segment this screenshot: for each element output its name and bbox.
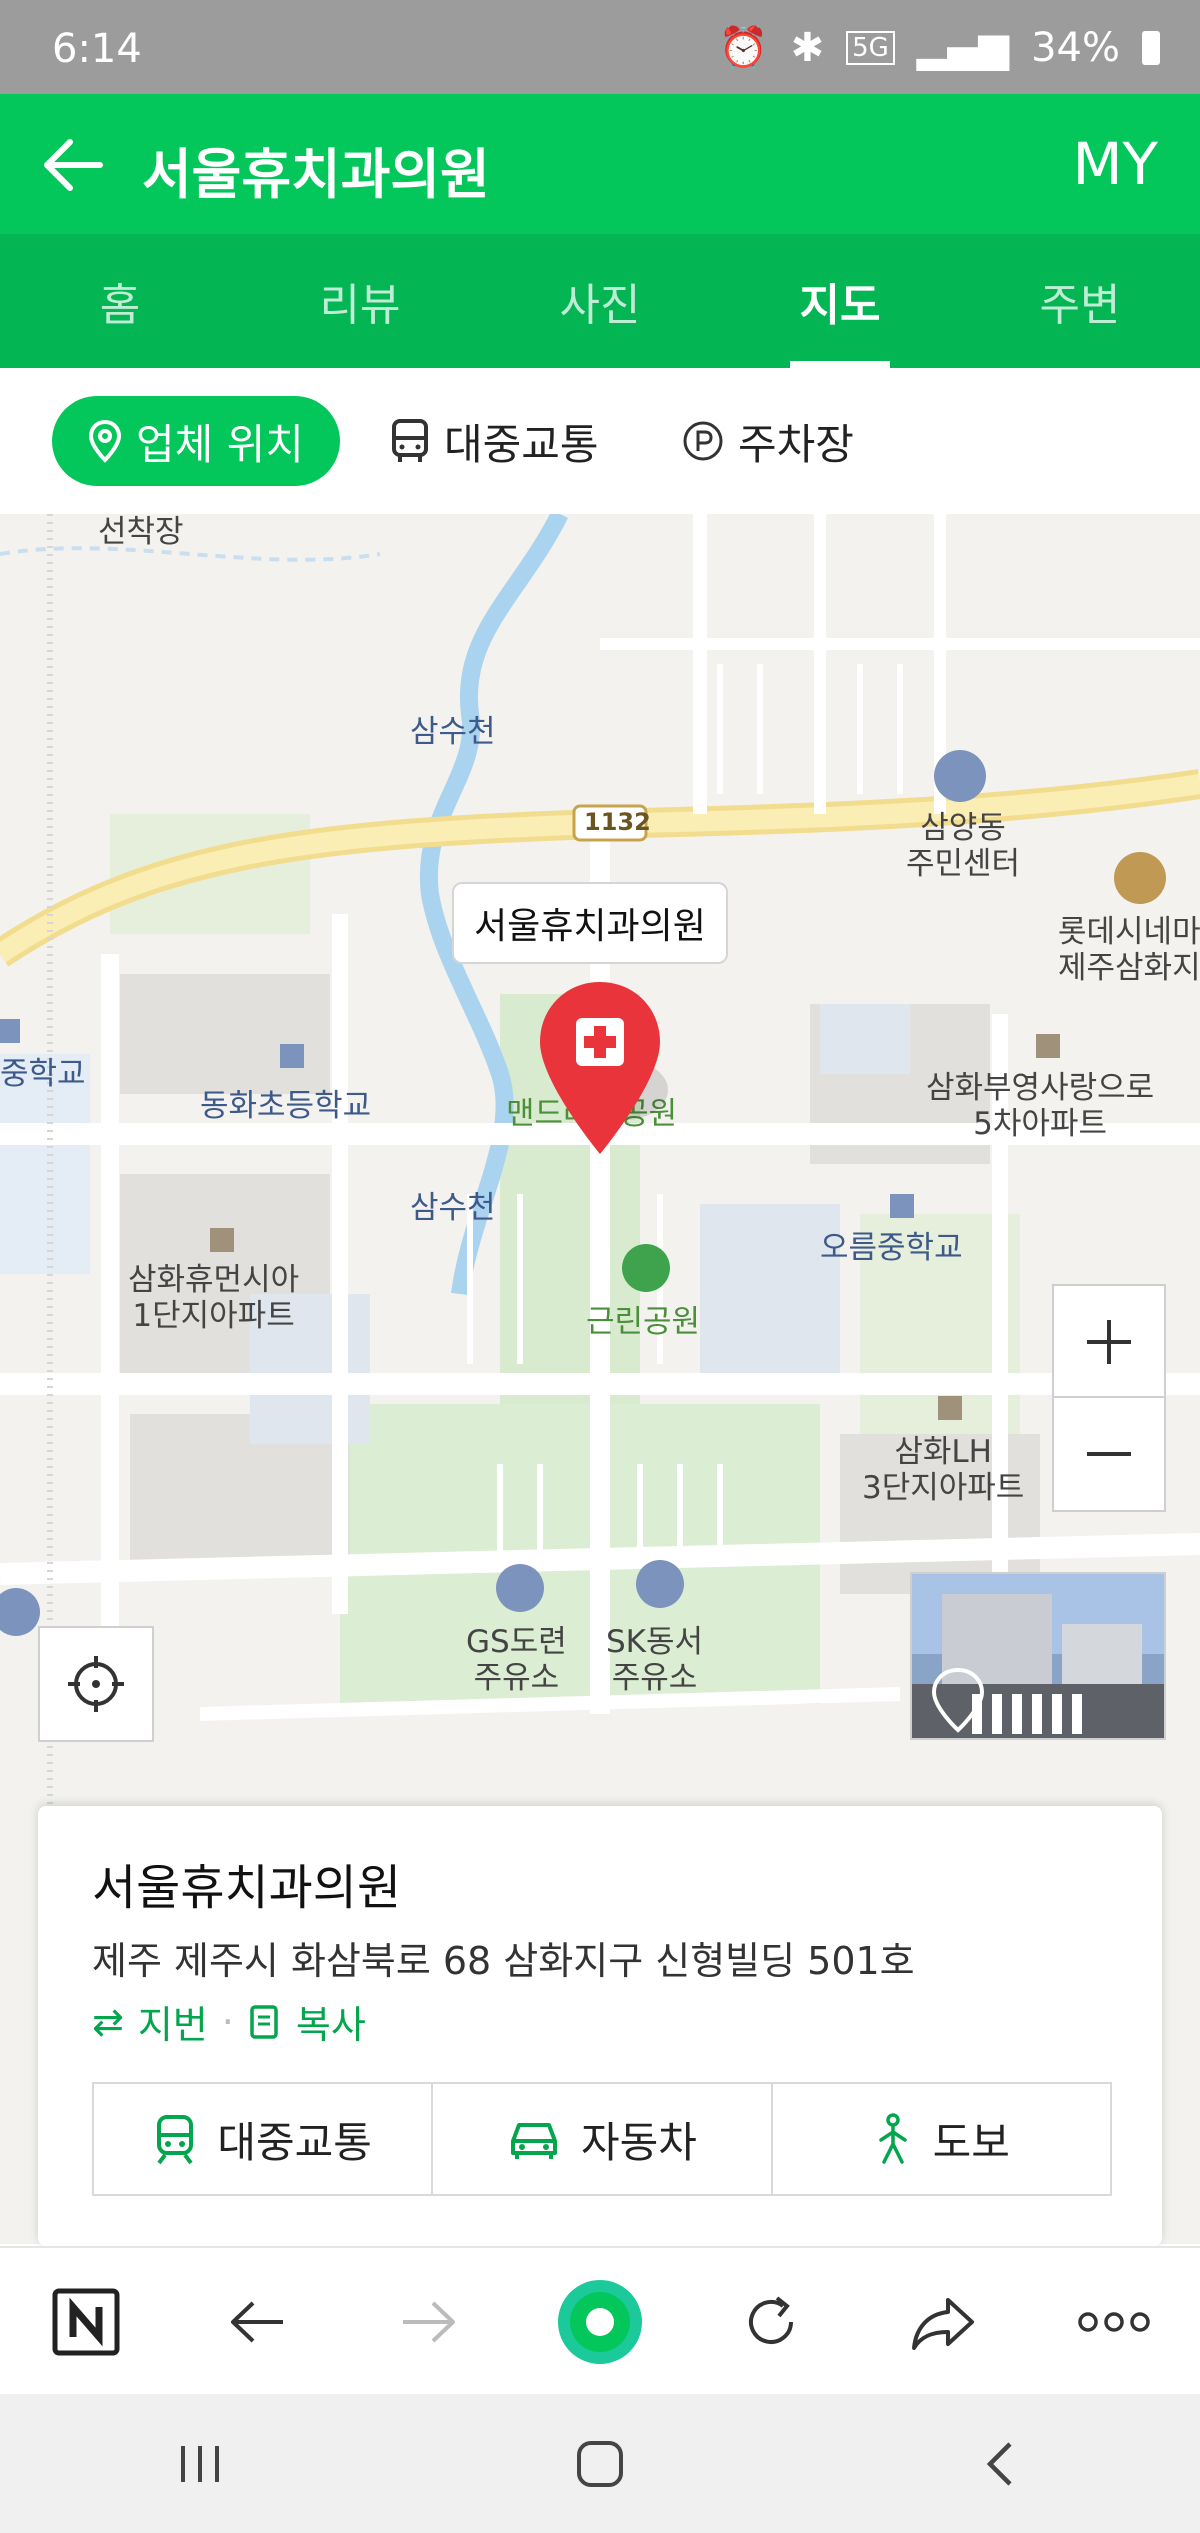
dot-separator: · xyxy=(221,1999,234,2044)
map-label-middle-school-left: 중학교 xyxy=(0,1056,86,1092)
tab-home[interactable]: 홈 xyxy=(0,234,240,368)
recent-apps-icon xyxy=(181,2445,219,2482)
hospital-marker-icon[interactable] xyxy=(532,978,672,1158)
map-label-samhwa-apt5: 삼화부영사랑으로 5차아파트 xyxy=(926,1070,1155,1142)
signal-icon: ▂▄▆ xyxy=(916,24,1010,71)
map-label-lh3-apt: 삼화LH 3단지아파트 xyxy=(862,1434,1025,1506)
status-bar: 6:14 ⏰ ✱ 5G ▂▄▆ 34% xyxy=(0,0,1200,94)
location-pin-icon xyxy=(88,419,122,463)
more-dots-icon xyxy=(1078,2312,1150,2332)
road-number-label: 1132 xyxy=(584,808,651,836)
bus-icon xyxy=(392,419,428,462)
location-chip-label: 업체 위치 xyxy=(136,419,304,469)
map-label-pier: 선착장 xyxy=(98,514,184,550)
browser-forward-button[interactable] xyxy=(379,2272,479,2372)
system-nav-bar xyxy=(0,2394,1200,2533)
refresh-button[interactable] xyxy=(721,2272,821,2372)
transit-chip[interactable]: 대중교통 xyxy=(390,396,599,486)
arrow-right-icon xyxy=(402,2301,455,2343)
recent-apps-button[interactable] xyxy=(140,2414,260,2514)
copy-icon xyxy=(250,2004,278,2039)
map-label-humansia-apt: 삼화휴먼시아 1단지아파트 xyxy=(128,1262,300,1334)
battery-label: 34% xyxy=(1031,24,1120,71)
place-name: 서울휴치과의원 xyxy=(92,1860,402,1916)
street-view-thumbnail[interactable] xyxy=(910,1572,1166,1740)
parking-chip[interactable]: 주차장 xyxy=(682,396,854,486)
tab-bar: 홈 리뷰 사진 지도 주변 xyxy=(0,234,1200,368)
jibun-toggle[interactable]: 지번 xyxy=(138,1994,208,2049)
home-button[interactable] xyxy=(540,2414,660,2514)
bluetooth-icon: ✱ xyxy=(790,24,825,71)
status-icons: ⏰ ✱ 5G ▂▄▆ 34% xyxy=(719,24,1160,71)
app-header: 서울휴치과의원 MY xyxy=(0,94,1200,234)
status-time: 6:14 xyxy=(52,26,142,72)
share-arrow-icon xyxy=(911,2298,974,2350)
place-callout[interactable]: 서울휴치과의원 xyxy=(452,882,728,964)
parking-icon xyxy=(683,421,723,461)
route-walk-label: 도보 xyxy=(932,2117,1010,2167)
route-options: 대중교통 자동차 도보 xyxy=(92,2082,1112,2196)
battery-icon xyxy=(1142,30,1160,65)
map-label-sk-station: SK동서 주유소 xyxy=(606,1624,704,1696)
my-button[interactable]: MY xyxy=(1073,130,1158,198)
chevron-left-icon xyxy=(986,2441,1012,2486)
home-square-icon xyxy=(577,2440,623,2487)
map-label-neighborhood-park: 근린공원 xyxy=(586,1304,701,1340)
map-label-community-center: 삼양동 주민센터 xyxy=(906,810,1021,882)
route-transit-button[interactable]: 대중교통 xyxy=(94,2084,434,2194)
green-dot-button[interactable] xyxy=(550,2272,650,2372)
page-title: 서울휴치과의원 xyxy=(142,143,490,206)
zoom-out-button[interactable] xyxy=(1052,1396,1166,1512)
address-links: ⇄ 지번 · 복사 xyxy=(92,1994,366,2049)
browser-toolbar xyxy=(0,2246,1200,2396)
train-icon xyxy=(157,2115,194,2165)
map-label-gs-station: GS도련 주유소 xyxy=(466,1624,567,1696)
walking-icon xyxy=(878,2113,907,2164)
share-button[interactable] xyxy=(893,2272,993,2372)
browser-back-button[interactable] xyxy=(207,2272,307,2372)
tab-map[interactable]: 지도 xyxy=(720,234,960,368)
tab-photo[interactable]: 사진 xyxy=(480,234,720,368)
crosshair-icon xyxy=(68,1656,124,1712)
map-label-stream-1: 삼수천 xyxy=(410,714,496,750)
swap-icon: ⇄ xyxy=(92,1999,124,2044)
minus-icon xyxy=(1087,1452,1131,1456)
plus-icon xyxy=(1087,1320,1131,1364)
route-transit-label: 대중교통 xyxy=(217,2117,372,2167)
place-address: 제주 제주시 화삼북로 68 삼화지구 신형빌딩 501호 xyxy=(92,1939,915,1983)
arrow-left-icon xyxy=(231,2301,284,2343)
map-filter-row: 업체 위치 대중교통 주차장 xyxy=(0,368,1200,516)
network-label: 5G xyxy=(846,30,895,65)
car-icon xyxy=(511,2123,558,2159)
naver-home-button[interactable] xyxy=(36,2272,136,2372)
route-car-label: 자동차 xyxy=(581,2117,697,2167)
green-dot-icon xyxy=(557,2280,642,2364)
copy-address-button[interactable]: 복사 xyxy=(296,1994,366,2049)
parking-chip-label: 주차장 xyxy=(738,419,854,469)
naver-logo-icon xyxy=(52,2288,120,2356)
my-location-button[interactable] xyxy=(38,1626,154,1742)
map-label-stream-2: 삼수천 xyxy=(410,1190,496,1226)
street-view-image xyxy=(912,1574,1164,1738)
tab-nearby[interactable]: 주변 xyxy=(960,234,1200,368)
place-info-card: 서울휴치과의원 제주 제주시 화삼북로 68 삼화지구 신형빌딩 501호 ⇄ … xyxy=(38,1806,1162,2246)
route-walk-button[interactable]: 도보 xyxy=(773,2084,1110,2194)
place-callout-label: 서울휴치과의원 xyxy=(474,906,706,947)
more-button[interactable] xyxy=(1064,2272,1164,2372)
route-car-button[interactable]: 자동차 xyxy=(433,2084,773,2194)
back-arrow-icon[interactable] xyxy=(38,130,108,200)
transit-chip-label: 대중교통 xyxy=(444,419,599,469)
zoom-in-button[interactable] xyxy=(1052,1284,1166,1399)
map-label-elementary: 동화초등학교 xyxy=(200,1088,372,1124)
map-label-cinema: 롯데시네마 제주삼화지 xyxy=(1058,914,1200,986)
map-label-oreum-school: 오름중학교 xyxy=(820,1230,963,1266)
refresh-icon xyxy=(749,2296,794,2344)
tab-review[interactable]: 리뷰 xyxy=(240,234,480,368)
alarm-icon: ⏰ xyxy=(718,25,769,71)
system-back-button[interactable] xyxy=(940,2414,1060,2514)
location-chip[interactable]: 업체 위치 xyxy=(52,396,340,486)
